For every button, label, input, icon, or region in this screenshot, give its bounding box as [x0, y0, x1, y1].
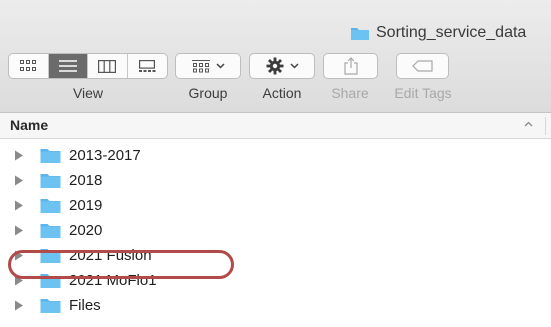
- column-divider[interactable]: [545, 117, 546, 135]
- sort-ascending-icon[interactable]: [524, 121, 533, 127]
- chevron-down-icon: [289, 63, 299, 69]
- disclosure-triangle-icon[interactable]: [14, 250, 24, 261]
- icon-view-button[interactable]: [9, 54, 49, 78]
- list-item[interactable]: 2021 MoFlo1: [0, 268, 551, 293]
- action-button[interactable]: [249, 53, 315, 79]
- view-label: View: [72, 85, 104, 101]
- share-icon: [343, 57, 358, 75]
- columns-icon: [98, 59, 117, 73]
- list-item-name: Files: [69, 297, 101, 314]
- list-item-name: 2020: [69, 222, 103, 239]
- folder-icon: [40, 174, 61, 188]
- list-lines-icon: [58, 60, 77, 72]
- finder-toolbar: Sorting_service_data View Group Action S…: [0, 0, 551, 113]
- gallery-view-button[interactable]: [128, 54, 167, 78]
- list-item[interactable]: 2020: [0, 218, 551, 243]
- window-title: Sorting_service_data: [350, 22, 526, 44]
- list-item[interactable]: 2021 Fusion: [0, 243, 551, 268]
- list-item[interactable]: 2018: [0, 168, 551, 193]
- list-item[interactable]: Files: [0, 293, 551, 318]
- name-column-header[interactable]: Name: [10, 117, 48, 133]
- tag-icon: [411, 60, 433, 72]
- group-grid-icon: [191, 59, 210, 72]
- column-view-button[interactable]: [88, 54, 128, 78]
- edit-tags-button[interactable]: [396, 53, 449, 79]
- disclosure-triangle-icon[interactable]: [14, 175, 24, 186]
- folder-icon: [40, 149, 61, 163]
- folder-icon: [40, 224, 61, 238]
- share-button[interactable]: [323, 53, 378, 79]
- group-button[interactable]: [175, 53, 241, 79]
- edit-tags-label: Edit Tags: [394, 85, 452, 101]
- file-list: 2013-2017 2018 2019 2020 2021 Fusion 202…: [0, 143, 551, 318]
- share-label: Share: [331, 85, 369, 101]
- chevron-down-icon: [215, 63, 225, 69]
- folder-icon: [40, 274, 61, 288]
- folder-icon: [40, 199, 61, 213]
- list-item-name: 2018: [69, 172, 103, 189]
- folder-icon: [351, 27, 369, 40]
- folder-icon: [40, 299, 61, 313]
- disclosure-triangle-icon[interactable]: [14, 275, 24, 286]
- gear-icon: [266, 57, 283, 75]
- list-item-name: 2013-2017: [69, 147, 141, 164]
- disclosure-triangle-icon[interactable]: [14, 300, 24, 311]
- view-mode-group: [8, 53, 168, 79]
- list-item[interactable]: 2013-2017: [0, 143, 551, 168]
- group-label: Group: [188, 85, 228, 101]
- list-item[interactable]: 2019: [0, 193, 551, 218]
- list-item-name: 2021 Fusion: [69, 247, 152, 264]
- list-item-name: 2021 MoFlo1: [69, 272, 157, 289]
- disclosure-triangle-icon[interactable]: [14, 225, 24, 236]
- column-header-bar: Name: [0, 113, 551, 139]
- window-title-text: Sorting_service_data: [376, 24, 527, 41]
- disclosure-triangle-icon[interactable]: [14, 150, 24, 161]
- folder-icon: [40, 249, 61, 263]
- gallery-icon: [139, 59, 156, 72]
- list-view-button[interactable]: [48, 54, 88, 78]
- list-item-name: 2019: [69, 197, 103, 214]
- icon-grid-icon: [20, 60, 37, 71]
- disclosure-triangle-icon[interactable]: [14, 200, 24, 211]
